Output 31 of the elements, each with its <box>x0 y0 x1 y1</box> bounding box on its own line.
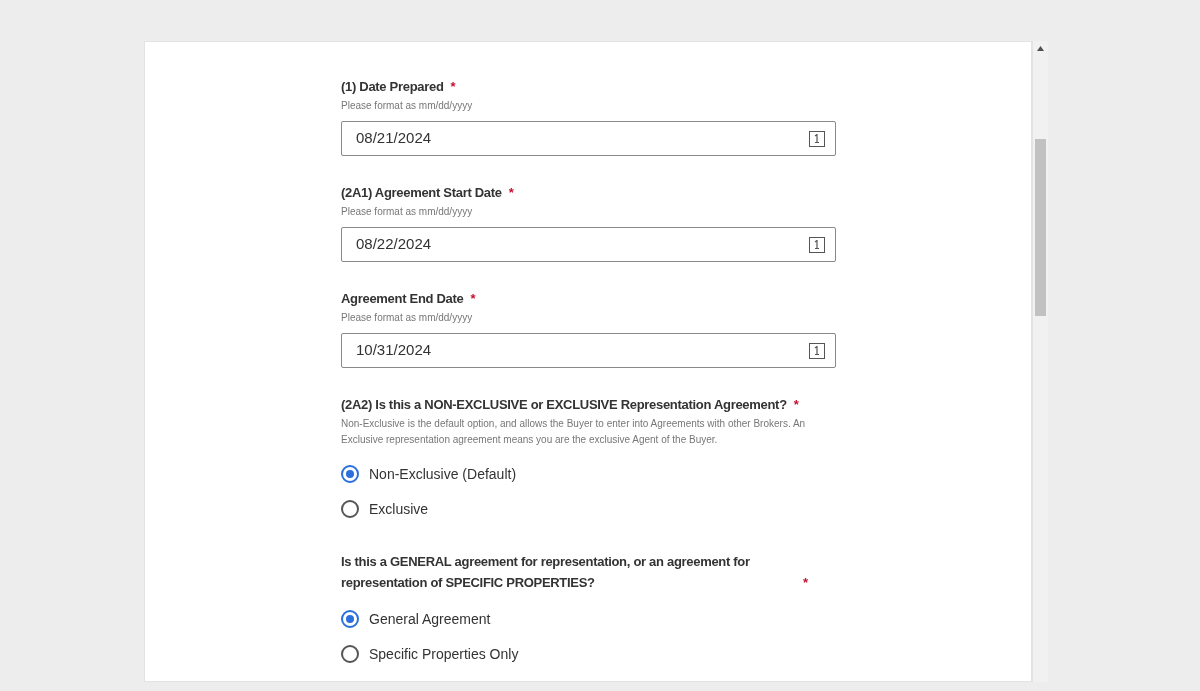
option-label[interactable]: Specific Properties Only <box>369 643 519 665</box>
required-mark: * <box>803 574 808 592</box>
field-label: Agreement End Date <box>341 290 464 308</box>
date-field[interactable]: 10/31/2024 <box>341 333 836 368</box>
required-mark: * <box>470 290 476 308</box>
required-mark: * <box>793 396 799 414</box>
hint-text: Please format as mm/dd/yyyy <box>341 205 474 219</box>
radio-button[interactable] <box>341 500 359 518</box>
hint-text: Please format as mm/dd/yyyy <box>341 311 474 325</box>
calendar-icon[interactable] <box>809 236 825 253</box>
radio-button[interactable] <box>341 645 359 663</box>
date-field[interactable]: 08/21/2024 <box>341 121 836 156</box>
field-label: Is this a GENERAL agreement for representation, or an agreement for representation of SPECIFIC PROPERTIES? <box>341 553 751 592</box>
radio-button[interactable] <box>341 610 359 628</box>
option-label[interactable]: General Agreement <box>369 608 491 630</box>
field-label: (2A1) Agreement Start Date <box>341 184 502 202</box>
scroll-up-arrow-icon[interactable] <box>1037 46 1044 51</box>
option-label[interactable]: Non-Exclusive (Default) <box>369 463 517 485</box>
scrollbar-thumb[interactable] <box>1035 139 1046 316</box>
field-label: (2A2) Is this a NON-EXCLUSIVE or EXCLUSIVE Representation Agreement? <box>341 396 787 414</box>
field-label: (1) Date Prepared <box>341 78 444 96</box>
scrollbar[interactable] <box>1032 41 1048 682</box>
date-field[interactable]: 08/22/2024 <box>341 227 836 262</box>
calendar-icon[interactable] <box>809 130 825 147</box>
required-mark: * <box>450 78 456 96</box>
hint-text: Non-Exclusive is the default option, and allows the Buyer to enter into Agreements with other Brokers. An Exclusive representation agreement means you are the exclusive Agent of the Buyer. <box>341 417 807 447</box>
option-label[interactable]: Exclusive <box>369 498 429 520</box>
required-mark: * <box>508 184 514 202</box>
radio-button[interactable] <box>341 465 359 483</box>
calendar-icon[interactable] <box>809 342 825 359</box>
hint-text: Please format as mm/dd/yyyy <box>341 99 474 113</box>
